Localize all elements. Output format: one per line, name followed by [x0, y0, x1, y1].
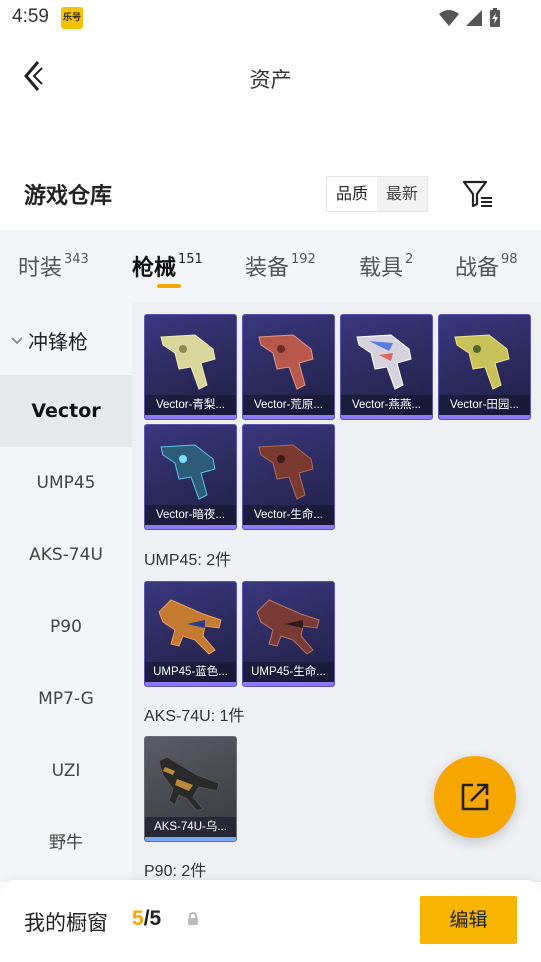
showcase-total: /5 [143, 907, 162, 930]
rarity-stripe [243, 415, 334, 419]
tab-count: 192 [291, 252, 316, 267]
tab-label: 装备 [245, 256, 290, 281]
skin-name: UMP45-蓝色... [145, 662, 236, 682]
sidebar-item-vector[interactable]: Vector [0, 375, 132, 447]
sort-toggle: 品质 最新 [326, 176, 429, 212]
vector-gun-image [160, 334, 216, 390]
sidebar-item-mp7g[interactable]: MP7-G [0, 663, 132, 735]
tab-firearms[interactable]: 枪械 151 [132, 250, 203, 282]
rarity-stripe [145, 525, 236, 529]
category-tabs: 时装 343 枪械 151 装备 192 载具 2 战备 98 [0, 230, 541, 302]
vector-skin-grid: Vector-青梨... Vector-荒原... Vector-燕燕... V… [144, 314, 534, 530]
skin-name: Vector-生命... [243, 505, 334, 525]
sidebar-item-bizon[interactable]: 野牛 [0, 807, 132, 879]
sidebar-item-ump45[interactable]: UMP45 [0, 447, 132, 519]
skin-name: Vector-暗夜... [145, 505, 236, 525]
skin-card[interactable]: UMP45-生命... [242, 581, 335, 687]
section-title-p90: P90: 2件 [144, 863, 207, 880]
share-icon [461, 783, 489, 811]
app-notification-icon: 乐号 [61, 7, 83, 29]
tab-count: 151 [178, 252, 203, 267]
sort-option-latest[interactable]: 最新 [377, 177, 427, 211]
share-button[interactable] [434, 756, 516, 838]
rarity-stripe [145, 682, 236, 686]
status-bar: 4:59 乐号 [0, 0, 541, 36]
skin-card[interactable]: Vector-荒原... [242, 314, 335, 420]
filter-icon [462, 180, 492, 208]
sort-option-quality[interactable]: 品质 [327, 177, 378, 211]
tab-count: 2 [405, 252, 414, 267]
lock-icon [188, 912, 198, 925]
rarity-stripe [145, 415, 236, 419]
edit-button[interactable]: 编辑 [420, 896, 517, 944]
skin-name: Vector-田园... [439, 395, 530, 415]
vector-gun-image [454, 334, 510, 390]
rarity-stripe [341, 415, 432, 419]
skin-card[interactable]: AKS-74U-乌... [144, 736, 237, 842]
sidebar-group-label: 冲锋枪 [28, 330, 88, 354]
tab-count: 98 [501, 252, 518, 267]
active-tab-indicator [157, 284, 181, 288]
app-header: 资产 [0, 44, 541, 114]
tab-vehicles[interactable]: 载具 2 [359, 250, 413, 282]
signal-icon [466, 10, 482, 26]
status-icons [439, 8, 501, 28]
skin-card[interactable]: Vector-田园... [438, 314, 531, 420]
aks74u-gun-image [158, 756, 220, 812]
sidebar-group-smg[interactable]: 冲锋枪 [10, 326, 88, 355]
showcase-bar: 我的橱窗 5/5 编辑 [0, 880, 541, 962]
vector-gun-image [356, 334, 412, 390]
warehouse-title: 游戏仓库 [24, 184, 113, 209]
chevron-down-icon [11, 336, 23, 344]
skin-card[interactable]: Vector-青梨... [144, 314, 237, 420]
weapon-sidebar: 冲锋枪 Vector UMP45 AKS-74U P90 MP7-G UZI 野… [0, 302, 132, 882]
skin-card[interactable]: UMP45-蓝色... [144, 581, 237, 687]
showcase-count: 5/5 [132, 907, 161, 931]
skin-name: AKS-74U-乌... [145, 817, 236, 837]
skin-card[interactable]: Vector-生命... [242, 424, 335, 530]
rarity-stripe [439, 415, 530, 419]
rarity-stripe [243, 682, 334, 686]
skin-name: Vector-燕燕... [341, 395, 432, 415]
ump45-skin-grid: UMP45-蓝色... UMP45-生命... [144, 581, 534, 687]
vector-gun-image [160, 444, 216, 500]
rarity-stripe [243, 525, 334, 529]
ump45-gun-image [256, 599, 320, 655]
page-title: 资产 [249, 68, 292, 92]
skin-card[interactable]: Vector-燕燕... [340, 314, 433, 420]
section-title-aks74u: AKS-74U: 1件 [144, 708, 245, 725]
status-time: 4:59 [12, 6, 49, 27]
tab-combat-gear[interactable]: 战备 98 [455, 250, 518, 282]
filter-button[interactable] [460, 176, 496, 212]
rarity-stripe [145, 837, 236, 841]
sidebar-item-aks74u[interactable]: AKS-74U [0, 519, 132, 591]
sidebar-item-p90[interactable]: P90 [0, 591, 132, 663]
battery-icon [490, 8, 500, 27]
tab-label: 时装 [18, 256, 63, 281]
vector-gun-image [258, 444, 314, 500]
sidebar-item-uzi[interactable]: UZI [0, 735, 132, 807]
tab-count: 343 [64, 252, 89, 267]
tab-equipment[interactable]: 装备 192 [245, 250, 316, 282]
skin-name: UMP45-生命... [243, 662, 334, 682]
section-title-ump45: UMP45: 2件 [144, 552, 232, 569]
vector-gun-image [258, 334, 314, 390]
skin-name: Vector-青梨... [145, 395, 236, 415]
ump45-gun-image [158, 599, 222, 655]
wifi-icon [439, 10, 459, 26]
showcase-current: 5 [132, 907, 144, 930]
tab-label: 枪械 [132, 256, 177, 281]
skin-card[interactable]: Vector-暗夜... [144, 424, 237, 530]
skin-name: Vector-荒原... [243, 395, 334, 415]
tab-label: 战备 [455, 256, 500, 281]
showcase-label: 我的橱窗 [24, 911, 108, 935]
tab-label: 载具 [359, 256, 404, 281]
tab-fashion[interactable]: 时装 343 [18, 250, 89, 282]
